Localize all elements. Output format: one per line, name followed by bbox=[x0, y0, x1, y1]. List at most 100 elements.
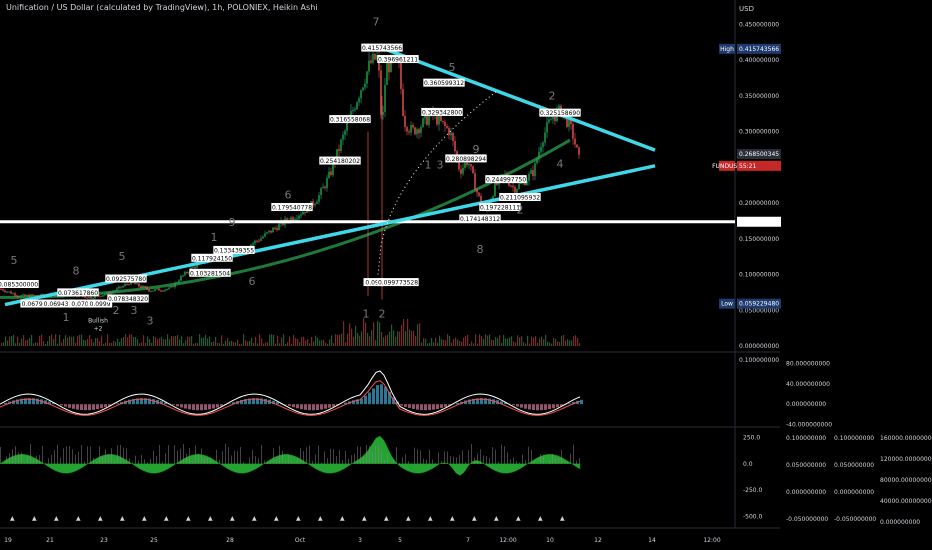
volume-bar bbox=[387, 334, 389, 346]
volume-bar bbox=[353, 336, 355, 346]
price-tag-value: 55:21 bbox=[739, 163, 756, 170]
candle-body bbox=[268, 230, 270, 233]
osc1-histogram-bar bbox=[436, 404, 439, 409]
osc1-tick-label: -40.000000000 bbox=[786, 421, 832, 428]
volume-bar bbox=[19, 342, 21, 346]
price-label: 0.244997750 bbox=[486, 177, 526, 184]
volume-bar bbox=[281, 337, 283, 346]
volume-bar bbox=[55, 334, 57, 346]
osc1-histogram-bar bbox=[92, 404, 95, 410]
candle-body bbox=[154, 289, 156, 291]
candle-body bbox=[358, 98, 360, 103]
volume-bar bbox=[181, 336, 183, 346]
volume-bar bbox=[221, 335, 223, 346]
volume-bar bbox=[7, 340, 9, 346]
osc2-bar bbox=[6, 456, 7, 464]
volume-bar bbox=[21, 338, 23, 346]
volume-bar bbox=[265, 342, 267, 346]
osc2-bar bbox=[129, 458, 130, 464]
osc2-bar bbox=[216, 449, 217, 464]
osc2-mid1-tick: 0.100000000 bbox=[786, 435, 826, 442]
volume-bar bbox=[173, 336, 175, 346]
osc1-histogram-bar bbox=[416, 404, 419, 410]
osc2-bar bbox=[564, 462, 565, 464]
y-tick-label: 0.350000000 bbox=[739, 93, 779, 100]
osc2-bar bbox=[210, 457, 211, 464]
candle-body bbox=[494, 182, 496, 197]
osc2-bar bbox=[522, 454, 523, 464]
osc2-bar bbox=[498, 461, 499, 464]
candle-body bbox=[170, 286, 172, 288]
osc1-histogram-bar bbox=[304, 404, 307, 410]
volume-bar bbox=[419, 323, 421, 346]
osc2-bar bbox=[252, 449, 253, 464]
volume-bar bbox=[275, 343, 277, 346]
volume-bar bbox=[571, 340, 573, 346]
osc2-bar bbox=[27, 455, 28, 464]
annotation: +2 bbox=[94, 325, 103, 332]
price-label: 0.133439355 bbox=[214, 247, 254, 254]
price-label: 0.174148312 bbox=[460, 216, 500, 223]
volume-bar bbox=[391, 324, 393, 346]
candle-body bbox=[382, 111, 384, 115]
volume-bar bbox=[257, 343, 259, 346]
volume-bar bbox=[87, 338, 89, 346]
osc2-marker: ▲ bbox=[340, 515, 345, 522]
candle-body bbox=[514, 187, 516, 193]
candle-body bbox=[342, 134, 344, 140]
price-label: 0.415743566 bbox=[362, 45, 402, 52]
osc2-bar bbox=[321, 462, 322, 464]
osc1-histogram-bar bbox=[376, 385, 379, 405]
volume-bar bbox=[245, 340, 247, 346]
osc2-bar bbox=[30, 443, 31, 464]
volume-bar bbox=[441, 339, 443, 346]
candle-body bbox=[530, 170, 532, 174]
osc2-bar bbox=[156, 456, 157, 464]
osc2-bar bbox=[570, 453, 571, 464]
volume-bar bbox=[13, 334, 15, 346]
price-chart[interactable]: 0.000000000 0.050000000 0.100000000 0.15000… bbox=[0, 0, 932, 550]
candle-body bbox=[448, 127, 450, 136]
price-label: 0.069431 bbox=[44, 301, 73, 308]
osc2-bar bbox=[180, 448, 181, 464]
volume-bar bbox=[85, 340, 87, 346]
osc2-bar bbox=[204, 457, 205, 464]
candle-body bbox=[314, 203, 316, 206]
osc1-left-tick: 0.100000000 bbox=[739, 357, 779, 364]
volume-bar bbox=[89, 335, 91, 346]
volume-bar bbox=[491, 340, 493, 346]
candle-body bbox=[444, 121, 446, 127]
osc1-histogram-bar bbox=[316, 404, 319, 411]
volume-bar bbox=[71, 336, 73, 346]
volume-bar bbox=[43, 341, 45, 346]
volume-bar bbox=[527, 335, 529, 346]
candle-body bbox=[364, 83, 366, 88]
volume-bar bbox=[365, 322, 367, 346]
y-tick-label: 0.400000000 bbox=[739, 57, 779, 64]
osc2-bar bbox=[393, 459, 394, 464]
volume-bar bbox=[141, 342, 143, 346]
volume-bar bbox=[335, 334, 337, 346]
candle-body bbox=[124, 284, 126, 286]
candle-body bbox=[0, 288, 2, 290]
candle-body bbox=[22, 294, 24, 296]
osc2-bar bbox=[258, 458, 259, 464]
osc2-bar bbox=[552, 453, 553, 464]
volume-bar bbox=[435, 337, 437, 346]
candle-body bbox=[418, 129, 420, 134]
candle-body bbox=[404, 115, 406, 128]
osc2-bar bbox=[372, 451, 373, 464]
candle-body bbox=[296, 218, 298, 220]
candle-body bbox=[324, 186, 326, 189]
osc1-tick-label: 40.000000000 bbox=[786, 381, 830, 388]
volume-bar bbox=[287, 342, 289, 346]
osc2-bar bbox=[396, 447, 397, 464]
candle-body bbox=[252, 243, 254, 245]
osc2-bar bbox=[510, 459, 511, 464]
osc2-bar bbox=[501, 444, 502, 464]
volume-bar bbox=[3, 342, 5, 346]
volume-bar bbox=[413, 330, 415, 346]
y-tick-label: 0.200000000 bbox=[739, 200, 779, 207]
osc2-marker: ▲ bbox=[296, 515, 301, 522]
osc1-histogram-bar bbox=[364, 395, 367, 405]
